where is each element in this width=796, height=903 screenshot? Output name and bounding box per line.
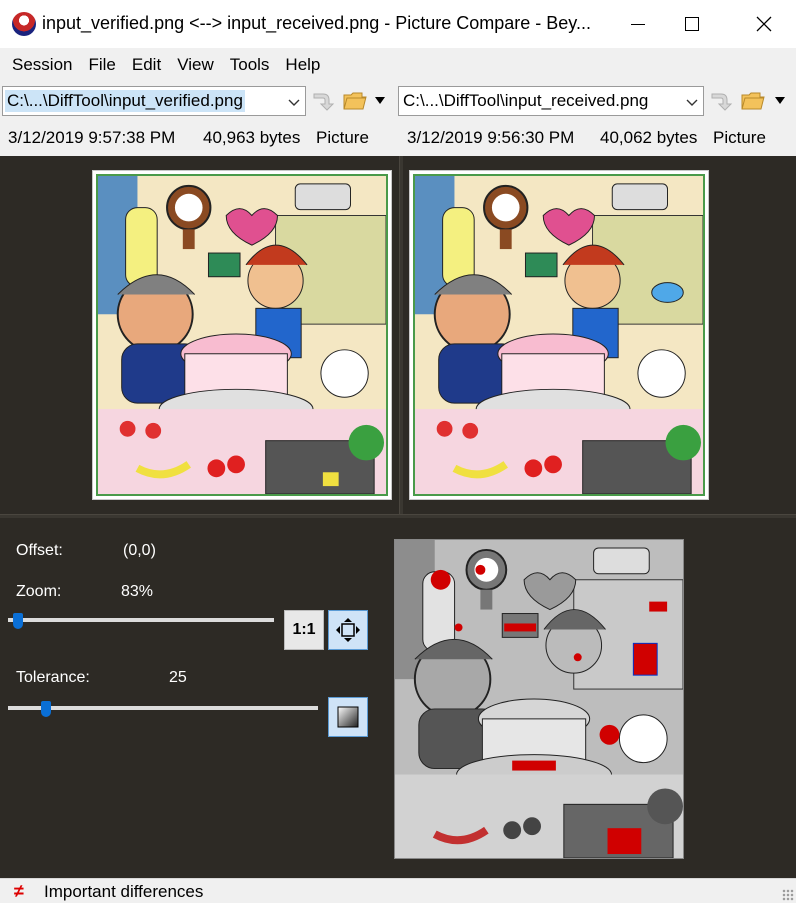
zoom-slider-thumb[interactable] — [13, 613, 24, 629]
right-browse-button[interactable] — [739, 88, 767, 114]
zoom-label: Zoom: — [16, 583, 62, 600]
gradient-square-icon — [337, 706, 359, 728]
tolerance-label: Tolerance: — [16, 669, 90, 686]
menu-file[interactable]: File — [80, 55, 123, 75]
right-browse-dropdown[interactable] — [770, 88, 790, 114]
arrow-right-down-icon — [711, 93, 733, 111]
resize-grip[interactable] — [782, 889, 794, 901]
image-panes — [0, 156, 796, 514]
close-icon — [756, 16, 772, 32]
left-browse-dropdown[interactable] — [370, 88, 390, 114]
right-file-date: 3/12/2019 9:56:30 PM — [407, 128, 575, 147]
difference-illustration — [395, 540, 683, 858]
left-file-date: 3/12/2019 9:57:38 PM — [8, 128, 176, 147]
caret-down-icon — [775, 97, 785, 104]
offset-value: (0,0) — [123, 542, 156, 559]
maximize-icon — [685, 17, 699, 31]
title-bar: input_verified.png <--> input_received.p… — [0, 0, 796, 48]
left-path-value: C:\...\DiffTool\input_verified.png — [5, 90, 245, 112]
menu-help[interactable]: Help — [277, 55, 328, 75]
status-bar: ≠ Important differences — [0, 878, 796, 903]
right-file-size: 40,062 bytes — [600, 128, 698, 147]
right-swap-button[interactable] — [707, 88, 735, 114]
tolerance-value: 25 — [169, 669, 187, 686]
right-picture-illustration — [415, 176, 703, 494]
actual-size-button[interactable]: 1:1 — [284, 610, 324, 650]
tolerance-slider[interactable] — [8, 706, 318, 710]
folder-icon — [741, 92, 765, 110]
chevron-down-icon — [686, 99, 698, 106]
minimize-button[interactable] — [608, 0, 668, 48]
left-picture — [96, 174, 388, 496]
fit-to-window-button[interactable] — [328, 610, 368, 650]
file-info-bar: 3/12/2019 9:57:38 PM 40,963 bytes Pictur… — [0, 120, 796, 156]
offset-label: Offset: — [16, 542, 63, 559]
maximize-button[interactable] — [662, 0, 722, 48]
difference-image[interactable] — [394, 539, 684, 859]
arrow-right-down-icon — [313, 93, 335, 111]
difference-panel: Offset: (0,0) Zoom: 83% 1:1 Tolerance: 2… — [0, 518, 796, 878]
not-equal-icon: ≠ — [14, 881, 24, 901]
menu-bar: Session File Edit View Tools Help — [0, 48, 796, 82]
menu-view[interactable]: View — [169, 55, 222, 75]
tolerance-slider-thumb[interactable] — [41, 701, 51, 717]
left-path-combo[interactable]: C:\...\DiffTool\input_verified.png — [2, 86, 306, 116]
right-path-value: C:\...\DiffTool\input_received.png — [403, 91, 649, 110]
close-button[interactable] — [734, 0, 794, 48]
status-text: Important differences — [44, 882, 204, 901]
zoom-value: 83% — [121, 583, 154, 600]
menu-session[interactable]: Session — [4, 55, 80, 75]
right-path-combo[interactable]: C:\...\DiffTool\input_received.png — [398, 86, 704, 116]
minimize-icon — [631, 23, 645, 25]
folder-icon — [343, 92, 367, 110]
zoom-slider[interactable] — [8, 618, 274, 622]
fit-arrows-icon — [336, 618, 360, 642]
pane-splitter[interactable] — [399, 156, 403, 514]
path-bar: C:\...\DiffTool\input_verified.png C:\..… — [0, 82, 796, 120]
app-icon — [12, 12, 36, 36]
right-file-format: Picture — [713, 128, 766, 147]
right-image-pane[interactable] — [409, 170, 709, 500]
left-picture-illustration — [98, 176, 386, 494]
menu-tools[interactable]: Tools — [222, 55, 278, 75]
chevron-down-icon — [288, 99, 300, 106]
left-image-pane[interactable] — [92, 170, 392, 500]
right-picture — [413, 174, 705, 496]
left-file-format: Picture — [316, 128, 369, 147]
window-title: input_verified.png <--> input_received.p… — [42, 13, 591, 33]
left-file-size: 40,963 bytes — [203, 128, 301, 147]
tolerance-color-button[interactable] — [328, 697, 368, 737]
caret-down-icon — [375, 97, 385, 104]
left-browse-button[interactable] — [341, 88, 369, 114]
left-swap-button[interactable] — [309, 88, 337, 114]
menu-edit[interactable]: Edit — [124, 55, 169, 75]
